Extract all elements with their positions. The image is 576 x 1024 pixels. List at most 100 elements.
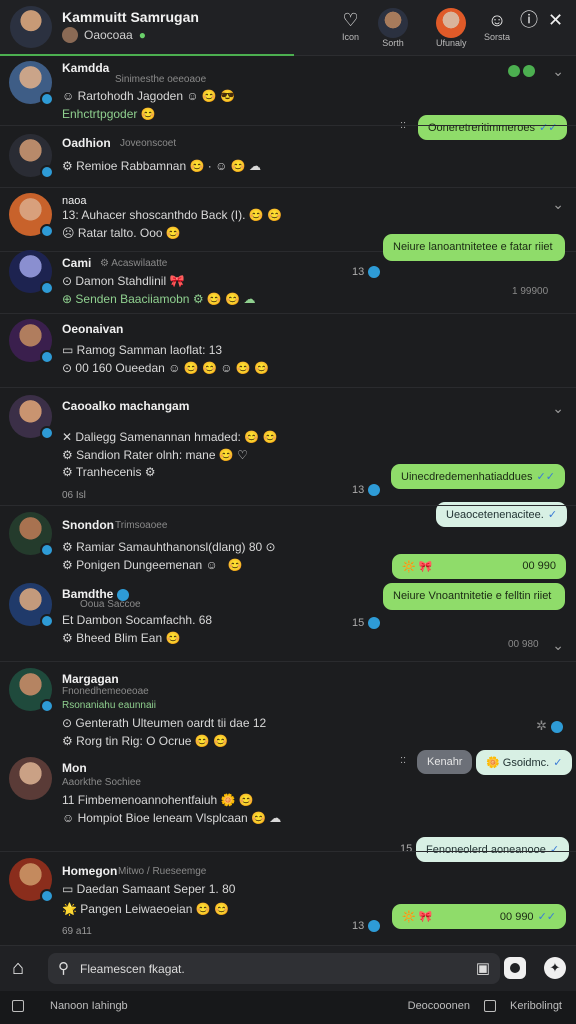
message-bubble[interactable]: Uinecdredemenhatiaddues ✓✓ — [391, 464, 565, 489]
chat-name: Kamdda — [62, 61, 110, 75]
chat-preview: 11 Fimbemenoannohentfaiuh 🌼 😊 — [62, 793, 254, 807]
message-bubble[interactable]: Neiure Vnoantnitetie e felltin riiet — [383, 583, 565, 610]
chevron-down-icon[interactable]: ⌄ — [552, 63, 564, 80]
chat-row[interactable]: Mon Aaorkthe Sochiee 11 Fimbemenoannohen… — [0, 753, 576, 862]
avatar — [9, 858, 54, 903]
chat-meta: ⚙ Acaswilaatte — [100, 258, 168, 269]
chat-row[interactable]: Bamdthe Ooua Saccoe Et Dambon Socamfachh… — [0, 577, 576, 661]
chat-name: Caooalko machangam — [62, 399, 190, 413]
chat-preview-2: ☺ Hompiot Bioe leneam Vlsplcaan 😊 ☁ — [62, 811, 282, 825]
close-button[interactable]: ✕ — [548, 8, 563, 32]
chat-meta: Aaorkthe Sochiee — [62, 777, 141, 788]
chat-preview-2: ☹ Ratar talto. Ooo 😊 — [62, 226, 181, 240]
chat-row[interactable]: Caooalko machangam ✕ Daliegg Samenannan … — [0, 387, 576, 527]
lock-icon[interactable] — [484, 1000, 497, 1012]
info-button[interactable]: ⓘ — [520, 8, 538, 32]
chat-preview-2: 🌟 Pangen Leiwaeoeian 😊 😊 — [62, 902, 229, 916]
chat-row[interactable]: Margagan Fnonedhemeoeoae Rsonaniahu eaun… — [0, 661, 576, 775]
avatar — [9, 134, 54, 179]
header-subtitle: Oaocoaa — [84, 28, 133, 42]
verified-icon — [40, 281, 54, 295]
unread-count: 13 — [352, 920, 381, 932]
chat-row[interactable]: Oadhion Joveonscoet ⚙ Remioe Rabbamnan 😊… — [0, 125, 576, 187]
verified-icon — [40, 350, 54, 364]
chat-row[interactable]: Oeonaivan ▭ Ramog Samman laoflat: 13 ⊙ 0… — [0, 313, 576, 387]
chat-row[interactable]: Cami ⚙ Acaswilaatte ⊙ Damon Stahdlinil 🎀… — [0, 234, 576, 313]
chat-app: Kammuitt Samrugan Oaocoaa ● ♡ Icon Sorth… — [0, 0, 576, 1024]
bottom-left: Nanoon Iahingb — [12, 1000, 128, 1012]
chat-name: Homegon — [62, 864, 118, 878]
chevron-down-icon[interactable]: ⌄ — [552, 400, 564, 417]
emoji-icon: ☺ — [487, 10, 507, 30]
top-header: Kammuitt Samrugan Oaocoaa ● ♡ Icon Sorth… — [0, 0, 576, 56]
bottom-right-label-1[interactable]: Deocooonen — [408, 1000, 470, 1012]
emoji-button[interactable]: ☺ Sorsta — [484, 8, 510, 42]
home-icon[interactable]: ⌂ — [12, 957, 24, 980]
chat-meta: Ooua Saccoe — [80, 599, 141, 610]
chat-preview-2: ⚙ Sandion Rater olnh: mane 😊 ♡ — [62, 448, 248, 462]
attachment-icon[interactable] — [12, 1000, 24, 1012]
contact-label: Ufunaly — [436, 38, 467, 48]
chat-meta: Fnonedhemeoeoae — [62, 686, 149, 697]
unread-count: 13 — [352, 266, 381, 278]
chat-meta: Trimsoaoee — [115, 520, 168, 531]
user-face-icon — [378, 8, 408, 38]
sticker-icon[interactable]: ▣ — [476, 959, 490, 977]
chat-preview: 13: Auhacer shoscanthdo Back (I). 😊 😊 — [62, 208, 283, 222]
chat-footnote: 69 a11 — [62, 926, 92, 937]
mini-avatar — [62, 27, 78, 43]
chat-meta: Sinimesthe oeeoaoe — [115, 74, 207, 85]
chat-preview: Et Dambon Socamfachh. 68 — [62, 613, 213, 627]
chat-preview: ▭ Daedan Samaant Seper 1. 80 — [62, 882, 236, 896]
bottom-bar: Nanoon Iahingb Deocooonen Keribolingt — [0, 991, 576, 1024]
chat-row[interactable]: Snondon Trimsoaoee ⚙ Ramiar Samauhthanon… — [0, 505, 576, 579]
bottom-left-label[interactable]: Nanoon Iahingb — [50, 1000, 128, 1012]
chevron-down-icon[interactable]: ⌄ — [552, 637, 564, 654]
message-composer: ⌂ ⚲ ▣ ✦ — [0, 945, 576, 991]
message-bubble[interactable]: Neiure lanoantnitetee e fatar riiet — [383, 234, 565, 261]
chat-preview-2: ⊙ 00 160 Oueedan ☺ 😊 😊 ☺ 😊 😊 — [62, 361, 270, 375]
unread-count: 13 — [352, 484, 381, 496]
chat-meta: Joveonscoet — [120, 138, 177, 149]
chat-name: Oadhion — [62, 136, 111, 150]
header-title: Kammuitt Samrugan — [62, 9, 199, 25]
user-search-button[interactable]: Sorth — [378, 8, 408, 48]
avatar — [9, 61, 54, 106]
avatar — [9, 250, 54, 295]
compass-icon[interactable]: ✦ — [544, 957, 566, 979]
chat-preview: ⊙ Genterath Ulteumen oardt tii dae 12 — [62, 716, 267, 730]
chat-name: Snondon — [62, 518, 114, 532]
chat-name: naoa — [62, 195, 87, 207]
chevron-down-icon[interactable]: ⌄ — [552, 196, 564, 213]
message-bubble[interactable]: 🔆 🎀 00 990 ✓✓ — [392, 904, 566, 929]
chat-preview: ✕ Daliegg Samenannan hmaded: 😊 😊 — [62, 430, 278, 444]
chat-name: Oeonaivan — [62, 322, 124, 336]
chat-preview: ⚙ Remioe Rabbamnan 😊 · ☺ 😊 ☁ — [62, 159, 261, 173]
emoji-label: Sorsta — [484, 32, 511, 42]
bottom-right-label-2[interactable]: Keribolingt — [510, 1000, 562, 1012]
avatar — [9, 395, 54, 440]
message-time: 00 980 — [508, 639, 539, 650]
message-bubble[interactable]: 🔆 🎀 00 990 — [392, 554, 566, 579]
chat-name: Mon — [62, 761, 87, 775]
bottom-right: Deocooonen Keribolingt — [408, 1000, 562, 1012]
chat-row[interactable]: Homegon Mitwo / Rueseemge ▭ Daedan Samaa… — [0, 851, 576, 945]
chat-row[interactable]: Kamdda Sinimesthe oeeoaoe ☺ Rartohodh Ja… — [0, 57, 576, 140]
close-icon: ✕ — [548, 10, 564, 30]
verified-icon — [40, 165, 54, 179]
chat-footnote: 06 Isl — [62, 490, 86, 501]
heart-button[interactable]: ♡ Icon — [342, 8, 359, 42]
message-input[interactable] — [80, 957, 460, 980]
chat-meta-2: Rsonaniahu eaunnaii — [62, 700, 156, 711]
search-box[interactable]: ⚲ ▣ — [48, 953, 500, 984]
camera-icon[interactable] — [504, 957, 526, 979]
verified-icon — [40, 92, 54, 106]
verified-icon — [40, 614, 54, 628]
heart-label: Icon — [342, 32, 360, 42]
info-icon: ⓘ — [520, 10, 538, 30]
chat-preview: ☺ Rartohodh Jagoden ☺ 😊 😎 — [62, 89, 236, 103]
profile-avatar[interactable] — [10, 6, 52, 48]
chat-preview-3: ⚙ Tranhecenis ⚙ — [62, 465, 156, 479]
avatar — [9, 319, 54, 364]
contact-button[interactable]: Ufunaly — [436, 8, 467, 48]
